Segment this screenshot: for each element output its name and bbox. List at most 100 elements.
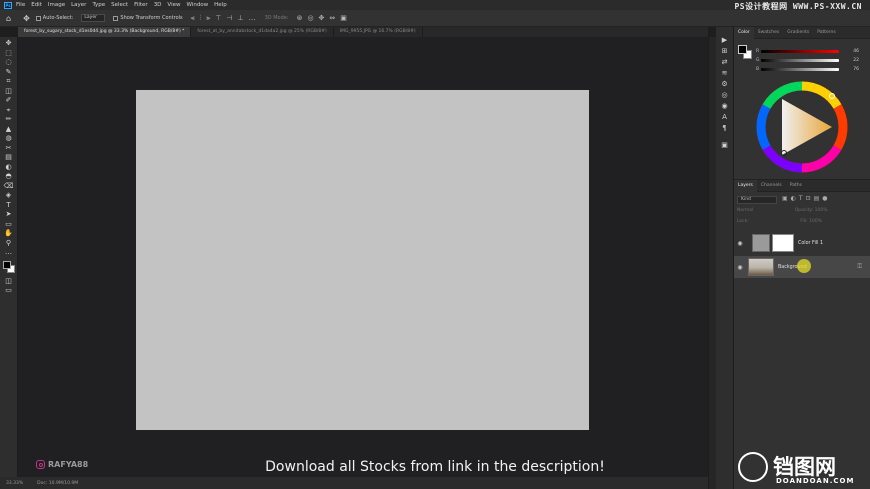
home-icon[interactable]: ⌂ xyxy=(6,14,11,23)
document-canvas[interactable] xyxy=(136,90,589,430)
menu-3d[interactable]: 3D xyxy=(154,2,162,8)
rectangle-tool-icon[interactable]: ▭ xyxy=(3,220,15,230)
menu-file[interactable]: File xyxy=(16,2,25,8)
quick-mask-icon[interactable]: ◫ xyxy=(3,277,15,287)
fill-field[interactable]: Fill: 100% xyxy=(800,219,822,224)
type-tool-icon[interactable]: T xyxy=(3,201,15,211)
3d-scale-icon[interactable]: ▣ xyxy=(340,14,347,22)
circle-icon[interactable]: ◉ xyxy=(721,101,727,112)
paragraph-icon[interactable]: ¶ xyxy=(722,123,726,134)
slider-b[interactable]: B 76 xyxy=(756,66,864,73)
history-brush-tool-icon[interactable]: ◍ xyxy=(3,134,15,144)
align-middle-icon[interactable]: ⊣ xyxy=(226,14,232,22)
path-selection-tool-icon[interactable]: ➤ xyxy=(3,210,15,220)
align-center-icon[interactable]: ⫶ xyxy=(200,14,202,23)
more-options-icon[interactable]: … xyxy=(249,14,256,22)
zoom-level[interactable]: 33.33% xyxy=(6,481,23,486)
slider-g[interactable]: G 22 xyxy=(756,57,864,64)
vertical-scrollbar[interactable] xyxy=(708,37,716,489)
tab-patterns[interactable]: Patterns xyxy=(813,27,840,39)
slider-value[interactable]: 22 xyxy=(843,58,859,63)
align-top-icon[interactable]: ⊤ xyxy=(215,14,221,22)
tab-forest-sugary[interactable]: forest_by_sugary_stock_d1es0d4.jpg @ 33.… xyxy=(18,27,192,37)
layer-color-fill[interactable]: ◉ Color Fill 1 xyxy=(734,232,870,254)
tab-gradients[interactable]: Gradients xyxy=(783,27,813,39)
3d-orbit-icon[interactable]: ⊛ xyxy=(297,14,303,22)
menu-layer[interactable]: Layer xyxy=(71,2,86,8)
layer-name[interactable]: Color Fill 1 xyxy=(798,241,823,246)
menu-edit[interactable]: Edit xyxy=(31,2,42,8)
character-icon[interactable]: A xyxy=(722,112,727,123)
show-transform-checkbox[interactable]: Show Transform Controls xyxy=(113,15,183,21)
move-tool-icon[interactable]: ✥ xyxy=(3,39,15,49)
tab-channels[interactable]: Channels xyxy=(757,180,786,192)
screen-mode-icon[interactable]: ▭ xyxy=(3,286,15,296)
swap-icon[interactable]: ⇄ xyxy=(722,57,728,68)
checkbox-box[interactable] xyxy=(113,15,119,21)
eyedropper-tool-icon[interactable]: ✐ xyxy=(3,96,15,106)
grid-icon[interactable]: ⊞ xyxy=(722,46,728,57)
adjust-icon[interactable]: ≋ xyxy=(722,68,728,79)
menu-view[interactable]: View xyxy=(167,2,180,8)
move-tool-icon[interactable]: ✥ xyxy=(23,14,30,23)
3d-slide-icon[interactable]: ⇔ xyxy=(329,14,335,22)
slider-track[interactable] xyxy=(761,68,839,71)
photoshop-logo-icon[interactable]: Ps xyxy=(4,1,12,9)
opacity-field[interactable]: Opacity: 100% xyxy=(795,208,828,213)
healing-brush-tool-icon[interactable]: ⌖ xyxy=(3,106,15,116)
menu-type[interactable]: Type xyxy=(92,2,105,8)
slider-track[interactable] xyxy=(761,50,839,53)
properties-icon[interactable]: ▣ xyxy=(721,140,728,151)
hand-tool-icon[interactable]: ✋ xyxy=(3,229,15,239)
canvas-area[interactable] xyxy=(18,37,708,477)
color-swatches[interactable] xyxy=(2,260,15,273)
tab-color[interactable]: Color xyxy=(734,26,754,39)
align-right-icon[interactable]: ⫸ xyxy=(206,14,210,23)
dodge-tool-icon[interactable]: ◓ xyxy=(3,172,15,182)
tab-layers[interactable]: Layers xyxy=(734,179,757,192)
target-icon[interactable]: ◎ xyxy=(721,90,727,101)
play-icon[interactable]: ▶ xyxy=(722,35,727,46)
menu-filter[interactable]: Filter xyxy=(134,2,148,8)
edit-toolbar-icon[interactable]: … xyxy=(3,248,15,258)
quick-select-tool-icon[interactable]: ✎ xyxy=(3,68,15,78)
visibility-eye-icon[interactable]: ◉ xyxy=(734,240,746,247)
menu-help[interactable]: Help xyxy=(214,2,227,8)
path-tool-icon[interactable]: ◈ xyxy=(3,191,15,201)
align-left-icon[interactable]: ⫷ xyxy=(191,14,195,23)
zoom-tool-icon[interactable]: ⚲ xyxy=(3,239,15,249)
frame-tool-icon[interactable]: ◫ xyxy=(3,87,15,97)
tab-forest-annita[interactable]: forest_at_by_annitabstock_d1da4a2.jpg @ … xyxy=(191,27,334,37)
panel-color-swatches[interactable] xyxy=(738,45,752,59)
auto-select-dropdown[interactable]: Layer xyxy=(81,14,106,22)
tab-paths[interactable]: Paths xyxy=(786,180,806,192)
brush-tool-icon[interactable]: ✏ xyxy=(3,115,15,125)
align-bottom-icon[interactable]: ⊥ xyxy=(238,14,244,22)
eraser-tool-icon[interactable]: ✂ xyxy=(3,144,15,154)
menu-image[interactable]: Image xyxy=(48,2,65,8)
menu-select[interactable]: Select xyxy=(111,2,128,8)
layer-filter-select[interactable]: Kind xyxy=(737,196,777,204)
crop-tool-icon[interactable]: ⌗ xyxy=(3,77,15,87)
marquee-tool-icon[interactable]: ⬚ xyxy=(3,49,15,59)
foreground-color[interactable] xyxy=(738,45,747,54)
clone-stamp-tool-icon[interactable]: ▲ xyxy=(3,125,15,135)
3d-pan-icon[interactable]: ✥ xyxy=(319,14,325,22)
slider-value[interactable]: 46 xyxy=(843,49,859,54)
menu-window[interactable]: Window xyxy=(186,2,208,8)
settings-icon[interactable]: ⚙ xyxy=(721,79,727,90)
3d-roll-icon[interactable]: ◎ xyxy=(307,14,313,22)
visibility-eye-icon[interactable]: ◉ xyxy=(734,264,746,271)
gradient-tool-icon[interactable]: ▤ xyxy=(3,153,15,163)
slider-r[interactable]: R 46 xyxy=(756,48,864,55)
lock-icon[interactable]: ⚿ xyxy=(857,263,862,271)
lasso-tool-icon[interactable]: ◌ xyxy=(3,58,15,68)
slider-value[interactable]: 76 xyxy=(843,67,859,72)
auto-select-checkbox[interactable]: Auto-Select: xyxy=(35,15,73,21)
blur-tool-icon[interactable]: ◐ xyxy=(3,163,15,173)
checkbox-box[interactable] xyxy=(35,15,41,21)
pen-tool-icon[interactable]: ⌫ xyxy=(3,182,15,192)
layer-filter-icons[interactable]: ▣◐T⊡▤● xyxy=(782,195,831,202)
slider-track[interactable] xyxy=(761,59,839,62)
tab-img-9955[interactable]: IMG_9955.JPG @ 16.7% (RGB/8#) xyxy=(333,27,423,37)
